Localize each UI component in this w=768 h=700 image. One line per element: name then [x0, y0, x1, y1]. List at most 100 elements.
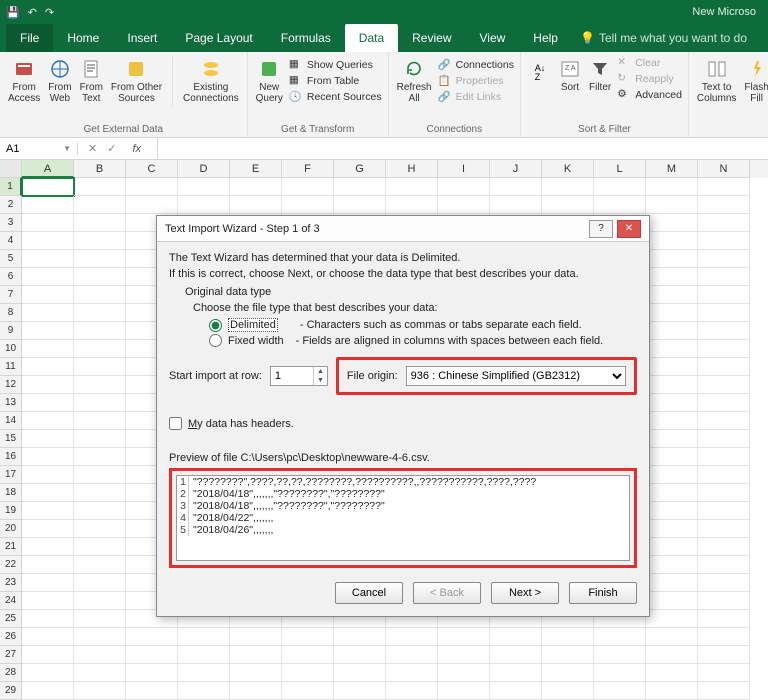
row-header[interactable]: 6 — [0, 268, 22, 286]
cell[interactable] — [74, 178, 126, 196]
cell[interactable] — [542, 196, 594, 214]
enter-icon[interactable]: ✓ — [107, 142, 116, 155]
delimited-radio[interactable] — [209, 319, 222, 332]
row-header[interactable]: 5 — [0, 250, 22, 268]
cell[interactable] — [230, 628, 282, 646]
text-to-columns-button[interactable]: Text to Columns — [695, 56, 738, 106]
cell[interactable] — [698, 466, 750, 484]
cell[interactable] — [74, 646, 126, 664]
column-header[interactable]: H — [386, 160, 438, 178]
cell[interactable] — [698, 628, 750, 646]
column-header[interactable]: K — [542, 160, 594, 178]
help-button[interactable]: ? — [589, 220, 613, 238]
cell[interactable] — [594, 664, 646, 682]
row-header[interactable]: 1 — [0, 178, 22, 196]
cell[interactable] — [438, 628, 490, 646]
cell[interactable] — [22, 340, 74, 358]
from-table-button[interactable]: ▦From Table — [289, 74, 382, 88]
cell[interactable] — [698, 520, 750, 538]
cell[interactable] — [74, 232, 126, 250]
column-header[interactable]: B — [74, 160, 126, 178]
cell[interactable] — [74, 322, 126, 340]
tab-help[interactable]: Help — [519, 24, 572, 52]
cell[interactable] — [698, 610, 750, 628]
reapply-button[interactable]: ↻Reapply — [617, 72, 682, 86]
row-header[interactable]: 12 — [0, 376, 22, 394]
advanced-button[interactable]: ⚙Advanced — [617, 88, 682, 102]
cell[interactable] — [646, 430, 698, 448]
back-button[interactable]: < Back — [413, 582, 481, 604]
cell[interactable] — [386, 664, 438, 682]
cell[interactable] — [646, 232, 698, 250]
cell[interactable] — [698, 232, 750, 250]
cell[interactable] — [646, 664, 698, 682]
cell[interactable] — [542, 628, 594, 646]
cell[interactable] — [698, 430, 750, 448]
cell[interactable] — [126, 646, 178, 664]
tab-formulas[interactable]: Formulas — [267, 24, 345, 52]
connections-button[interactable]: 🔗Connections — [438, 58, 514, 72]
cell[interactable] — [698, 376, 750, 394]
edit-links-button[interactable]: 🔗Edit Links — [438, 90, 514, 104]
cell[interactable] — [22, 574, 74, 592]
cell[interactable] — [74, 502, 126, 520]
cell[interactable] — [74, 592, 126, 610]
cell[interactable] — [334, 646, 386, 664]
start-row-input[interactable] — [271, 370, 313, 382]
cell[interactable] — [22, 646, 74, 664]
existing-connections-button[interactable]: Existing Connections — [181, 56, 241, 106]
cell[interactable] — [698, 592, 750, 610]
cell[interactable] — [126, 196, 178, 214]
cell[interactable] — [22, 358, 74, 376]
cell[interactable] — [542, 178, 594, 196]
redo-icon[interactable]: ↷ — [45, 6, 54, 19]
column-header[interactable]: G — [334, 160, 386, 178]
next-button[interactable]: Next > — [491, 582, 559, 604]
cell[interactable] — [646, 268, 698, 286]
from-access-button[interactable]: From Access — [6, 56, 42, 106]
cell[interactable] — [386, 682, 438, 700]
cell[interactable] — [22, 430, 74, 448]
column-header[interactable]: C — [126, 160, 178, 178]
cell[interactable] — [74, 538, 126, 556]
cell[interactable] — [594, 646, 646, 664]
column-header[interactable]: F — [282, 160, 334, 178]
tab-home[interactable]: Home — [53, 24, 113, 52]
cell[interactable] — [594, 682, 646, 700]
cell[interactable] — [438, 178, 490, 196]
row-header[interactable]: 18 — [0, 484, 22, 502]
cell[interactable] — [594, 196, 646, 214]
cell[interactable] — [698, 682, 750, 700]
cell[interactable] — [74, 574, 126, 592]
cell[interactable] — [698, 286, 750, 304]
cell[interactable] — [282, 664, 334, 682]
cell[interactable] — [282, 178, 334, 196]
cell[interactable] — [22, 664, 74, 682]
cell[interactable] — [178, 664, 230, 682]
cell[interactable] — [126, 628, 178, 646]
row-header[interactable]: 22 — [0, 556, 22, 574]
cell[interactable] — [646, 646, 698, 664]
cell[interactable] — [646, 628, 698, 646]
refresh-all-button[interactable]: Refresh All — [395, 56, 434, 106]
cell[interactable] — [542, 664, 594, 682]
cell[interactable] — [646, 466, 698, 484]
cell[interactable] — [698, 322, 750, 340]
cell[interactable] — [698, 196, 750, 214]
column-header[interactable]: E — [230, 160, 282, 178]
row-header[interactable]: 28 — [0, 664, 22, 682]
cell[interactable] — [178, 646, 230, 664]
cell[interactable] — [282, 682, 334, 700]
finish-button[interactable]: Finish — [569, 582, 637, 604]
row-header[interactable]: 26 — [0, 628, 22, 646]
column-header[interactable]: A — [22, 160, 74, 178]
cell[interactable] — [490, 628, 542, 646]
cell[interactable] — [230, 178, 282, 196]
flash-fill-button[interactable]: Flash Fill — [742, 56, 768, 106]
cell[interactable] — [490, 196, 542, 214]
save-icon[interactable]: 💾 — [6, 6, 20, 19]
cell[interactable] — [542, 646, 594, 664]
cell[interactable] — [698, 484, 750, 502]
cell[interactable] — [74, 394, 126, 412]
recent-sources-button[interactable]: 🕓Recent Sources — [289, 90, 382, 104]
